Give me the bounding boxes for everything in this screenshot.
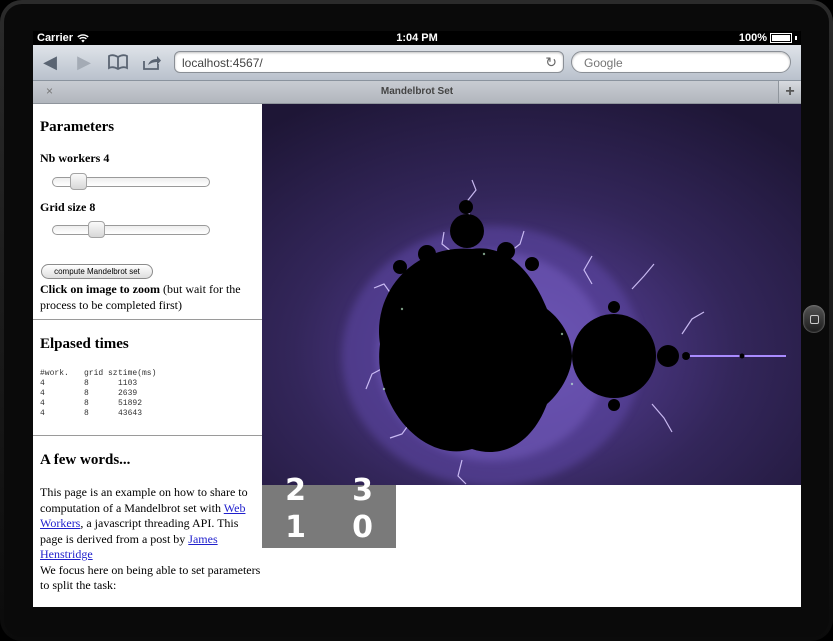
table-header-row: #work. grid sz time(ms) [40,368,168,378]
grid-size-label-text: Grid size [40,200,87,214]
tab-bar: × Mandelbrot Set + [33,81,801,104]
table-cell: 8 [84,398,89,408]
focus-text: We focus here on being able to set param… [40,562,261,593]
parameters-panel: Parameters Nb workers 4 Grid size 8 comp… [33,104,262,607]
workers-slider-thumb[interactable] [69,173,87,190]
zoom-instruction-bold: Click on image to zoom [40,282,160,296]
grid-size-label: Grid size 8 [40,200,95,215]
search-input[interactable] [582,55,781,71]
battery-tip [795,36,797,40]
home-button[interactable] [803,305,825,333]
intro-paragraph: This page is an example on how to share … [40,485,262,594]
ipad-frame: Carrier 1:04 PM 100% ◀ ▶ localhost:4567/… [0,0,833,641]
table-cell: 8 [84,388,89,398]
table-cell: 43643 [118,408,143,418]
grid-size-value: 8 [89,200,96,214]
elapsed-heading: Elpased times [40,336,129,352]
home-square-icon [810,315,819,324]
table-row: 4 8 43643 [40,408,168,418]
grid-size-slider-thumb[interactable] [87,221,105,238]
column-header: grid sz [84,368,118,378]
new-tab-button[interactable]: + [778,81,801,103]
column-header: time(ms) [118,368,157,378]
table-cell: 4 [40,408,45,418]
compute-button[interactable]: compute Mandelbrot set [41,264,153,279]
tab-title[interactable]: Mandelbrot Set [33,86,801,97]
quadrant-top-right: 3 [352,473,373,508]
battery-icon [770,33,792,43]
address-text: localhost:4567/ [182,56,263,70]
screen: Carrier 1:04 PM 100% ◀ ▶ localhost:4567/… [33,31,801,607]
worker-quadrant-overlay: 2 3 1 0 [262,473,396,548]
divider [33,435,262,436]
reload-icon[interactable]: ↻ [545,54,557,71]
table-cell: 4 [40,388,45,398]
browser-toolbar: ◀ ▶ localhost:4567/ ↻ [33,45,801,81]
back-arrow-icon[interactable]: ◀ [37,51,63,73]
intro-text-1: This page is an example on how to share … [40,485,248,515]
table-cell: 8 [84,378,89,388]
share-icon[interactable] [139,51,165,73]
page-content: Parameters Nb workers 4 Grid size 8 comp… [33,104,801,607]
battery-group: 100% [739,32,797,44]
words-heading: A few words... [40,452,131,468]
forward-arrow-icon[interactable]: ▶ [71,51,97,73]
parameters-heading: Parameters [40,119,115,135]
bookmarks-icon[interactable] [105,51,131,73]
workers-label: Nb workers 4 [40,151,109,166]
table-row: 4 8 51892 [40,398,168,408]
divider [33,319,262,320]
zoom-instruction: Click on image to zoom (but wait for the… [40,282,262,313]
table-cell: 1103 [118,378,138,388]
mandelbrot-image[interactable] [262,104,801,485]
table-cell: 4 [40,398,45,408]
table-row: 4 8 1103 [40,378,168,388]
search-field[interactable] [571,51,791,73]
mandelbrot-svg [262,104,801,485]
workers-slider[interactable] [52,173,210,190]
status-bar: Carrier 1:04 PM 100% [33,31,801,45]
table-cell: 51892 [118,398,143,408]
column-header: #work. [40,368,69,378]
quadrant-bottom-right: 0 [352,510,373,545]
quadrant-top-left: 2 [285,473,306,508]
elapsed-table: #work. grid sz time(ms) 4 8 1103 4 8 2639 4 8… [40,368,168,418]
battery-percent: 100% [738,32,767,44]
table-cell: 2639 [118,388,138,398]
table-cell: 4 [40,378,45,388]
workers-label-text: Nb workers [40,151,101,165]
quadrant-bottom-left: 1 [285,510,306,545]
grid-size-slider[interactable] [52,221,210,238]
clock: 1:04 PM [396,32,438,44]
table-cell: 8 [84,408,89,418]
table-row: 4 8 2639 [40,388,168,398]
workers-value: 4 [103,151,110,165]
address-bar[interactable]: localhost:4567/ ↻ [174,51,564,73]
